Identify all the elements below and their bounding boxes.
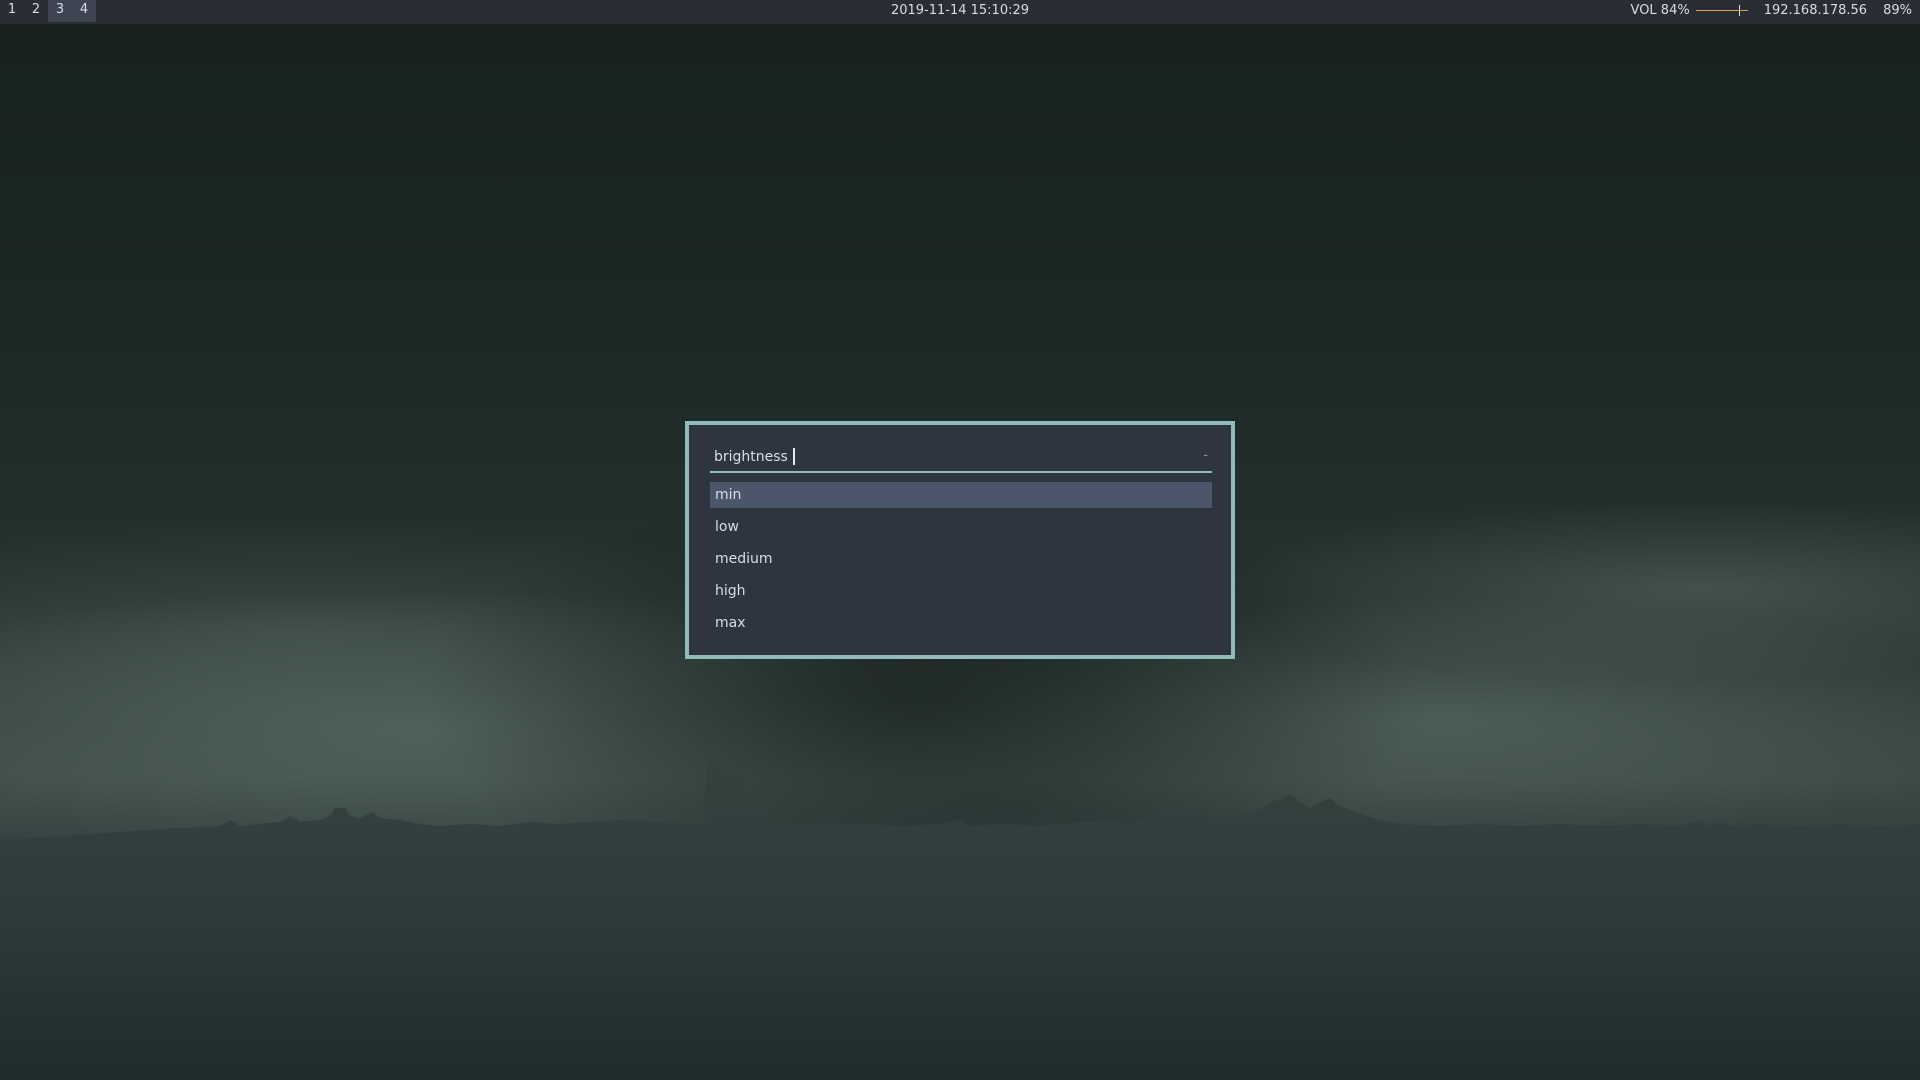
launcher-input-row[interactable]: brightness - [710, 445, 1212, 473]
volume-slider-track [1695, 9, 1748, 11]
desktop-wallpaper: 1 2 3 4 2019-11-14 15:10:29 VOL 84% 192.… [0, 0, 1920, 1080]
volume-slider-knob[interactable] [1738, 4, 1740, 16]
option-low[interactable]: low [710, 514, 1212, 540]
option-min[interactable]: min [710, 482, 1212, 508]
launcher-match-counter: - [1203, 448, 1208, 463]
text-cursor [792, 448, 795, 465]
rofi-launcher-dialog: brightness - min low medium high max [685, 421, 1235, 659]
option-medium[interactable]: medium [710, 546, 1212, 572]
battery-level: 89% [1883, 3, 1912, 18]
volume-slider[interactable] [1695, 4, 1748, 18]
option-max[interactable]: max [710, 610, 1212, 636]
launcher-option-list: min low medium high max [710, 482, 1212, 642]
volume-label: VOL 84% [1630, 3, 1690, 18]
wallpaper-city-skyline [0, 760, 1920, 1080]
launcher-query-text: brightness [714, 448, 788, 465]
status-indicators: VOL 84% 192.168.178.56 89% [1631, 3, 1912, 18]
option-high[interactable]: high [710, 578, 1212, 604]
ip-address: 192.168.178.56 [1763, 3, 1868, 18]
top-status-bar: 1 2 3 4 2019-11-14 15:10:29 VOL 84% 192.… [0, 0, 1920, 24]
launcher-search-input[interactable]: brightness [714, 448, 795, 465]
